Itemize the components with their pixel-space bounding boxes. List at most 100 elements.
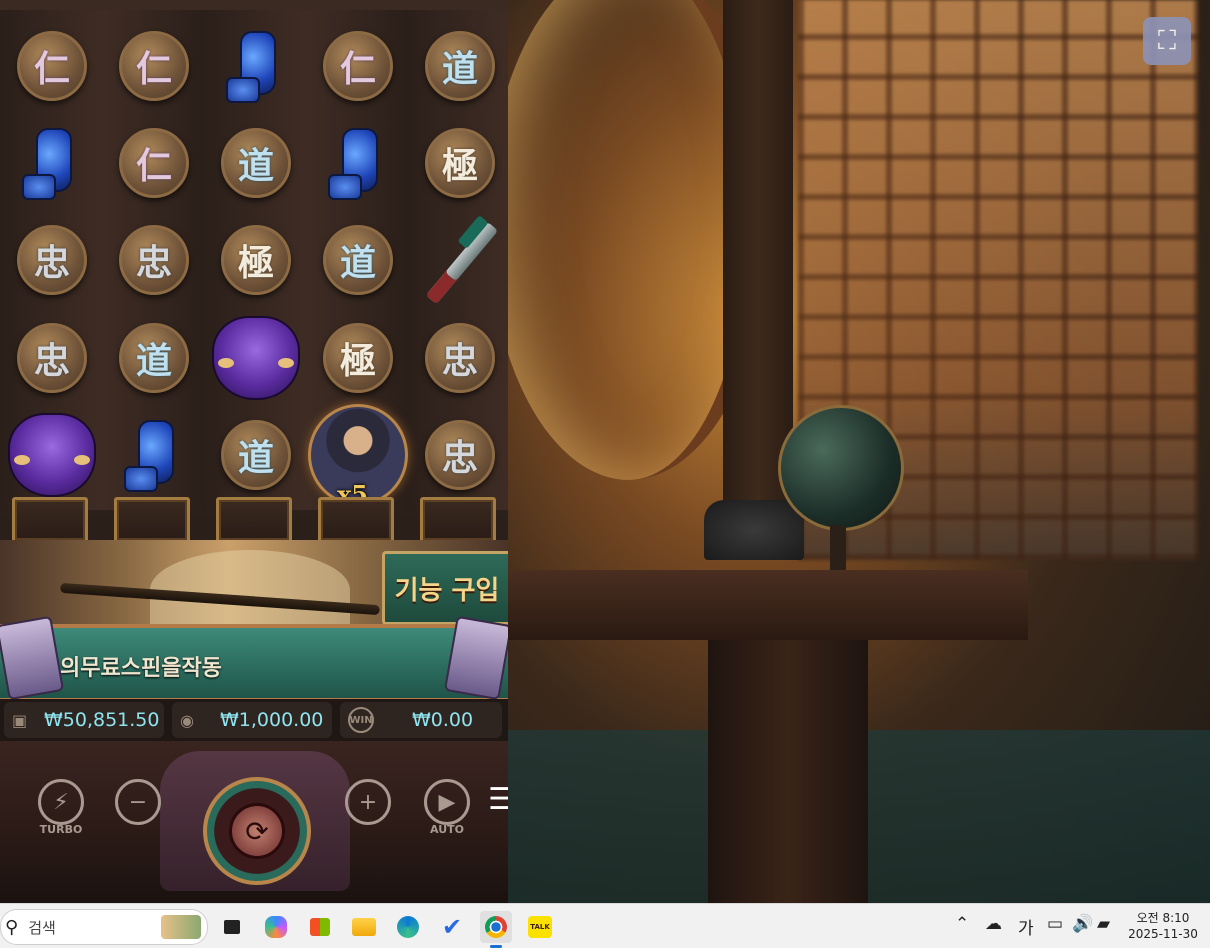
- banner-text: 의무료스핀을작동: [60, 656, 222, 681]
- reel-slot-4: [318, 497, 394, 543]
- coin-symbol-zhong: 忠: [119, 224, 189, 295]
- reel-symbol: 仁: [2, 18, 102, 113]
- coin-symbol-dao: 道: [221, 419, 291, 490]
- network-icon[interactable]: ▭: [1047, 914, 1063, 934]
- win-display: WIN ₩0.00: [340, 702, 502, 738]
- buy-feature-button[interactable]: 기능 구입: [382, 551, 508, 625]
- ime-indicator[interactable]: 가: [1018, 914, 1034, 939]
- reel-symbol: 仁: [308, 18, 408, 113]
- coin-symbol-ren: 仁: [17, 30, 87, 101]
- reel-symbol: 仁: [104, 115, 204, 210]
- clock-date: 2025-11-30: [1128, 927, 1198, 941]
- reel-grid: 仁仁仁道仁道極忠忠極道忠道極忠道 x5 忠: [0, 10, 508, 510]
- lightning-icon: ⚡: [38, 779, 84, 825]
- reel-symbol: 道: [410, 18, 508, 113]
- reel-symbol: [206, 18, 306, 113]
- search-highlight-image: [161, 915, 201, 939]
- wallet-icon: ▣: [12, 710, 28, 730]
- cloud-off-icon[interactable]: ☁: [985, 914, 1002, 934]
- edge-icon[interactable]: [392, 911, 424, 943]
- globe: [778, 405, 904, 531]
- file-explorer-icon[interactable]: [348, 911, 380, 943]
- slot-game: 仁仁仁道仁道極忠忠極道忠道極忠道 x5 忠 기능 구입 의무료스핀을작동 ▣ ₩50…: [0, 0, 508, 903]
- coin-symbol-ren: 仁: [119, 30, 189, 101]
- balance-value: ₩50,851.50: [44, 709, 160, 731]
- coin-symbol-ji: 極: [221, 224, 291, 295]
- reel-symbol: 忠: [410, 407, 508, 502]
- volume-icon[interactable]: 🔊: [1072, 914, 1093, 934]
- reel-symbol: [104, 407, 204, 502]
- battery-icon[interactable]: ▰: [1097, 914, 1110, 934]
- chevron-up-icon[interactable]: ⌃: [955, 914, 969, 934]
- play-icon: ▶: [424, 779, 470, 825]
- decrease-bet-button[interactable]: −: [115, 779, 161, 825]
- turbo-label: TURBO: [39, 823, 83, 836]
- coin-symbol-dao: 道: [119, 322, 189, 393]
- sword-icon: [415, 214, 505, 305]
- reel-symbol: [2, 115, 102, 210]
- turbo-button[interactable]: ⚡ TURBO: [38, 779, 84, 836]
- coin-symbol-zhong: 忠: [425, 419, 495, 490]
- coin-symbol-ren: 仁: [323, 30, 393, 101]
- fullscreen-icon: ⛶: [1157, 25, 1177, 56]
- balance-display: ▣ ₩50,851.50: [4, 702, 164, 738]
- menu-button[interactable]: ☰: [488, 782, 508, 817]
- reel-symbol: 極: [308, 310, 408, 405]
- reel-slot-5: [420, 497, 496, 543]
- clock[interactable]: 오전 8:10 2025-11-30: [1128, 910, 1198, 942]
- copilot-icon[interactable]: [260, 911, 292, 943]
- coin-symbol-ji: 極: [425, 127, 495, 198]
- reel-slot-1: [12, 497, 88, 543]
- minus-icon: −: [115, 779, 161, 825]
- plus-icon: +: [345, 779, 391, 825]
- coins-icon: ◉: [180, 710, 194, 730]
- reel-symbol: 忠: [2, 310, 102, 405]
- win-icon: WIN: [348, 707, 374, 733]
- background-scene: ⛶: [508, 0, 1210, 903]
- reel-slot-2: [114, 497, 190, 543]
- reel-symbol: 道: [104, 310, 204, 405]
- fullscreen-button[interactable]: ⛶: [1143, 17, 1191, 65]
- coin-symbol-ji: 極: [323, 322, 393, 393]
- sake-bottle-icon: [22, 124, 82, 202]
- reel-symbol: 極: [206, 212, 306, 307]
- reel-symbol: 極: [410, 115, 508, 210]
- spin-icon: ⟳: [229, 803, 285, 859]
- coin-symbol-zhong: 忠: [425, 322, 495, 393]
- kakaotalk-label: TALK: [528, 916, 552, 938]
- store-icon[interactable]: [304, 911, 336, 943]
- inkstone: [704, 500, 804, 560]
- reel-symbol: 道: [206, 407, 306, 502]
- reel-symbol: 道: [308, 212, 408, 307]
- taskbar-search[interactable]: ⚲ 검색: [0, 909, 208, 945]
- reel-symbol: 忠: [104, 212, 204, 307]
- reel-symbol: 忠: [2, 212, 102, 307]
- auto-spin-button[interactable]: ▶ AUTO: [424, 779, 470, 836]
- search-placeholder: 검색: [28, 918, 56, 937]
- todo-icon[interactable]: ✔: [436, 911, 468, 943]
- spin-button[interactable]: ⟳: [203, 777, 311, 885]
- search-icon: ⚲: [5, 916, 19, 938]
- sake-bottle-icon: [226, 27, 286, 105]
- reel-symbol: [410, 212, 508, 307]
- bet-value: ₩1,000.00: [220, 709, 324, 731]
- win-value: ₩0.00: [412, 709, 474, 731]
- bet-display[interactable]: ◉ ₩1,000.00: [172, 702, 332, 738]
- reel-symbol: 道: [206, 115, 306, 210]
- taskbar: ⚲ 검색 ✔ TALK ⌃ ☁ 가 ▭ 🔊 ▰ 오전 8:10 2025-11-…: [0, 903, 1210, 948]
- chrome-icon[interactable]: [480, 911, 512, 948]
- oni-mask-icon: [8, 412, 96, 497]
- reel-slot-3: [216, 497, 292, 543]
- increase-bet-button[interactable]: +: [345, 779, 391, 825]
- reel-symbol: x5: [308, 403, 408, 509]
- coin-symbol-zhong: 忠: [17, 322, 87, 393]
- task-view-icon[interactable]: [216, 911, 248, 943]
- kakaotalk-icon[interactable]: TALK: [524, 911, 556, 943]
- coin-symbol-dao: 道: [221, 127, 291, 198]
- coin-symbol-ren: 仁: [119, 127, 189, 198]
- clock-time: 오전 8:10: [1136, 911, 1190, 925]
- coin-symbol-dao: 道: [323, 224, 393, 295]
- auto-label: AUTO: [430, 823, 464, 836]
- sake-bottle-icon: [124, 416, 184, 494]
- coin-symbol-zhong: 忠: [17, 224, 87, 295]
